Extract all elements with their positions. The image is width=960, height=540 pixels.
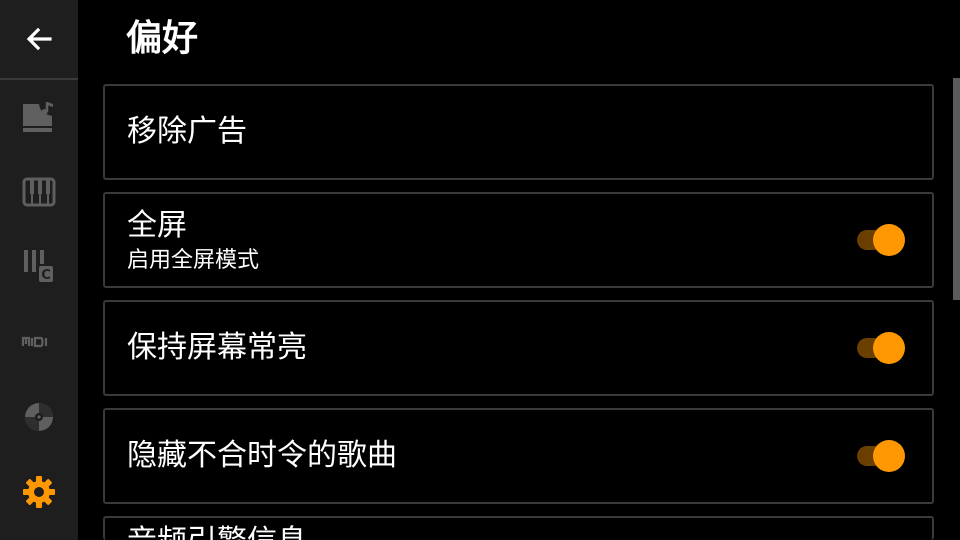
audio-engine-info-item[interactable]: 音频引擎信息: [103, 516, 934, 540]
remove-ads-item[interactable]: 移除广告: [103, 84, 934, 180]
toggle-thumb: [873, 332, 905, 364]
fullscreen-toggle[interactable]: [857, 224, 905, 256]
keep-screen-on-item[interactable]: 保持屏幕常亮: [103, 300, 934, 396]
gear-icon: [23, 476, 55, 508]
keep-screen-on-toggle[interactable]: [857, 332, 905, 364]
toggle-thumb: [873, 224, 905, 256]
piano-keyboard-icon: [22, 177, 56, 207]
sidebar-divider: [0, 78, 78, 80]
sidebar-item-midi[interactable]: [0, 310, 78, 374]
fullscreen-description: 启用全屏模式: [127, 248, 260, 273]
audio-engine-info-label: 音频引擎信息: [127, 522, 307, 540]
svg-text:C: C: [41, 268, 51, 283]
remove-ads-label: 移除广告: [127, 114, 247, 149]
chord-c-icon: C: [24, 250, 53, 283]
hide-out-of-season-label: 隐藏不合时令的歌曲: [127, 438, 397, 473]
arrow-left-icon: [26, 27, 52, 51]
hide-out-of-season-item[interactable]: 隐藏不合时令的歌曲: [103, 408, 934, 504]
vinyl-disc-icon: [25, 403, 53, 431]
sidebar-item-songs[interactable]: [0, 86, 78, 150]
sidebar-item-records[interactable]: [0, 385, 78, 449]
sidebar: C: [0, 0, 78, 540]
sidebar-item-keyboard[interactable]: [0, 160, 78, 224]
scrollbar[interactable]: [953, 78, 960, 300]
hide-out-of-season-toggle[interactable]: [857, 440, 905, 472]
sidebar-item-settings[interactable]: [0, 460, 78, 524]
back-button[interactable]: [0, 0, 78, 78]
sidebar-item-chords[interactable]: C: [0, 234, 78, 298]
grand-piano-music-icon: [23, 102, 53, 132]
toggle-thumb: [873, 440, 905, 472]
keep-screen-on-label: 保持屏幕常亮: [127, 330, 307, 365]
midi-icon: [21, 336, 48, 348]
page-title: 偏好: [126, 18, 199, 59]
fullscreen-item[interactable]: 全屏 启用全屏模式: [103, 192, 934, 288]
fullscreen-label: 全屏: [127, 208, 187, 243]
